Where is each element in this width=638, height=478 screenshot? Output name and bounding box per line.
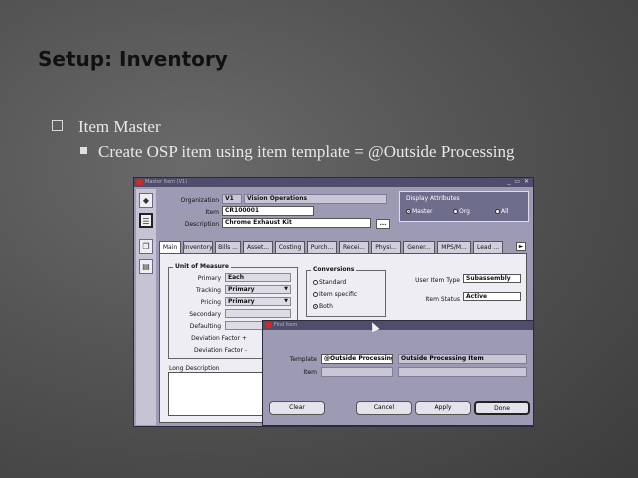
radio-selected-icon (313, 304, 318, 309)
conversions-group: Conversions Standard Item specific Both (306, 266, 386, 317)
long-description-field[interactable] (168, 372, 266, 416)
dropdown-arrow-icon: ▼ (284, 286, 288, 292)
tab-receiving[interactable]: Recei... (339, 241, 369, 253)
tab-lead[interactable]: Lead ... (473, 241, 503, 253)
description-edit-button[interactable]: ... (376, 219, 390, 229)
organization-code-field[interactable]: V1 (222, 194, 242, 204)
primary-uom-field[interactable]: Each (225, 273, 291, 282)
slide-title: Setup: Inventory (38, 47, 228, 71)
oracle-logo-icon (136, 179, 143, 185)
window-titlebar[interactable]: Master Item (V1) _ ▭ ✕ (134, 178, 533, 187)
dialog-title: Find Item (274, 322, 298, 328)
cancel-button[interactable]: Cancel (356, 401, 412, 415)
deviation-plus-label: Deviation Factor + (191, 335, 247, 342)
radio-icon (453, 209, 458, 214)
template-field[interactable]: @Outside Processing (321, 354, 393, 364)
item-label: Item (205, 209, 219, 216)
secondary-label: Secondary (189, 311, 221, 318)
tab-mps[interactable]: MPS/M... (437, 241, 471, 253)
radio-item-specific[interactable]: Item specific (313, 291, 357, 298)
pricing-select[interactable]: Primary ▼ (225, 297, 291, 306)
radio-icon (313, 280, 318, 285)
list-icon[interactable]: ☰ (139, 213, 153, 228)
radio-standard[interactable]: Standard (313, 279, 346, 286)
radio-icon (495, 209, 500, 214)
deviation-minus-label: Deviation Factor - (193, 347, 247, 354)
tab-physical[interactable]: Physi... (371, 241, 401, 253)
radio-org[interactable]: Org (453, 208, 470, 215)
organization-label: Organization (180, 197, 219, 204)
find-item-dialog: Find Item Template @Outside Processing O… (262, 320, 534, 426)
tab-asset[interactable]: Asset... (243, 241, 273, 253)
radio-selected-icon (406, 209, 411, 214)
item-label: Item (303, 369, 317, 376)
tracking-label: Tracking (196, 287, 221, 294)
user-item-type-label: User Item Type (415, 277, 460, 284)
pricing-label: Pricing (200, 299, 221, 306)
item-status-label: Item Status (425, 296, 460, 303)
window-title: Master Item (V1) (145, 179, 188, 185)
primary-label: Primary (197, 275, 221, 282)
bullet-square-icon (80, 147, 87, 154)
oracle-logo-icon (265, 322, 272, 328)
tab-purchasing[interactable]: Purch... (307, 241, 337, 253)
radio-both[interactable]: Both (313, 303, 333, 310)
window-controls[interactable]: _ ▭ ✕ (507, 178, 530, 185)
apply-button[interactable]: Apply (415, 401, 471, 415)
organization-name-field[interactable]: Vision Operations (244, 194, 387, 204)
long-description-label: Long Description (169, 365, 220, 372)
radio-icon (313, 292, 318, 297)
dialog-item-description-field (398, 367, 527, 377)
dialog-item-field[interactable] (321, 367, 393, 377)
item-status-field[interactable]: Active (463, 292, 521, 301)
tab-general[interactable]: Gener... (403, 241, 435, 253)
dropdown-arrow-icon: ▼ (284, 298, 288, 304)
tab-bills[interactable]: Bills ... (215, 241, 241, 253)
records-icon[interactable]: ▤ (139, 259, 153, 274)
folder-icon[interactable]: ◆ (139, 193, 153, 208)
clear-button[interactable]: Clear (269, 401, 325, 415)
bullet-text: Item Master (78, 117, 161, 136)
defaulting-label: Defaulting (189, 323, 221, 330)
template-description-field: Outside Processing Item (398, 354, 527, 364)
tracking-select[interactable]: Primary ▼ (225, 285, 291, 294)
left-toolbar: ◆ ☰ ❐ ▤ (136, 189, 156, 425)
radio-master[interactable]: Master (406, 208, 433, 215)
display-attributes-group: Display Attributes Master Org All (399, 191, 529, 222)
tab-costing[interactable]: Costing (275, 241, 305, 253)
unit-of-measure-header: Unit of Measure (173, 263, 231, 270)
secondary-uom-field[interactable] (225, 309, 291, 318)
item-field[interactable]: CR100001 (222, 206, 314, 216)
template-label: Template (289, 356, 317, 363)
dialog-titlebar[interactable]: Find Item (263, 321, 533, 330)
description-label: Description (184, 221, 219, 228)
user-item-type-field[interactable]: Subassembly (463, 274, 521, 283)
bullet-box-icon (52, 120, 63, 131)
tab-inventory[interactable]: Inventory (183, 241, 213, 253)
done-button[interactable]: Done (474, 401, 530, 415)
bullet-text: Create OSP item using item template = @O… (98, 142, 515, 161)
tab-scroll-right-button[interactable]: ► (516, 242, 526, 251)
copy-icon[interactable]: ❐ (139, 239, 153, 254)
description-field[interactable]: Chrome Exhaust Kit (222, 218, 371, 228)
display-attributes-header: Display Attributes (406, 195, 460, 202)
conversions-header: Conversions (311, 266, 357, 273)
radio-all[interactable]: All (495, 208, 508, 215)
